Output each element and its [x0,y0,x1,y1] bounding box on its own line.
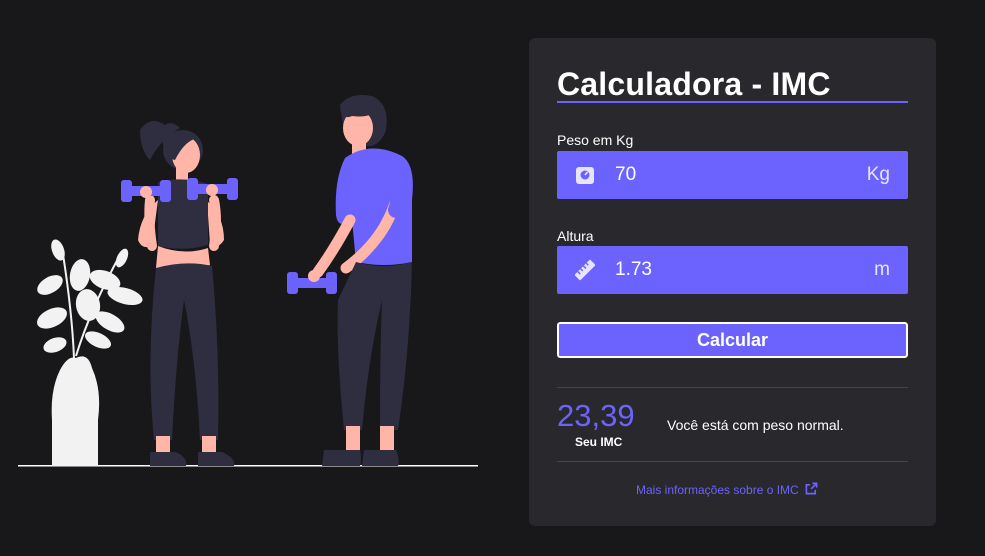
page-title: Calculadora - IMC [557,66,831,102]
imc-result-label: Seu IMC [575,435,623,449]
weight-field[interactable]: 70 Kg [557,151,908,199]
scale-icon [571,165,599,185]
imc-calculator-card: Calculadora - IMC Peso em Kg 70 Kg Altur… [529,38,936,526]
imc-result-message: Você está com peso normal. [667,417,844,433]
ruler-icon [571,259,599,281]
height-input[interactable]: 1.73 [615,259,874,281]
man-figure [287,95,413,466]
weight-input[interactable]: 70 [615,164,867,186]
height-unit: m [874,259,890,280]
plant-icon [37,239,143,466]
weight-unit: Kg [866,164,890,185]
woman-figure [121,121,238,466]
more-info-link-label: Mais informações sobre o IMC [636,483,799,497]
external-link-icon [805,482,818,498]
divider [557,461,908,462]
divider [557,387,908,388]
weight-label: Peso em Kg [557,132,634,148]
height-field[interactable]: 1.73 m [557,246,908,294]
height-label: Altura [557,228,594,244]
more-info-link[interactable]: Mais informações sobre o IMC [636,482,818,498]
title-underline [557,101,908,103]
imc-result-value: 23,39 [557,398,635,433]
fitness-illustration [18,95,478,467]
calculate-button[interactable]: Calcular [556,321,909,359]
